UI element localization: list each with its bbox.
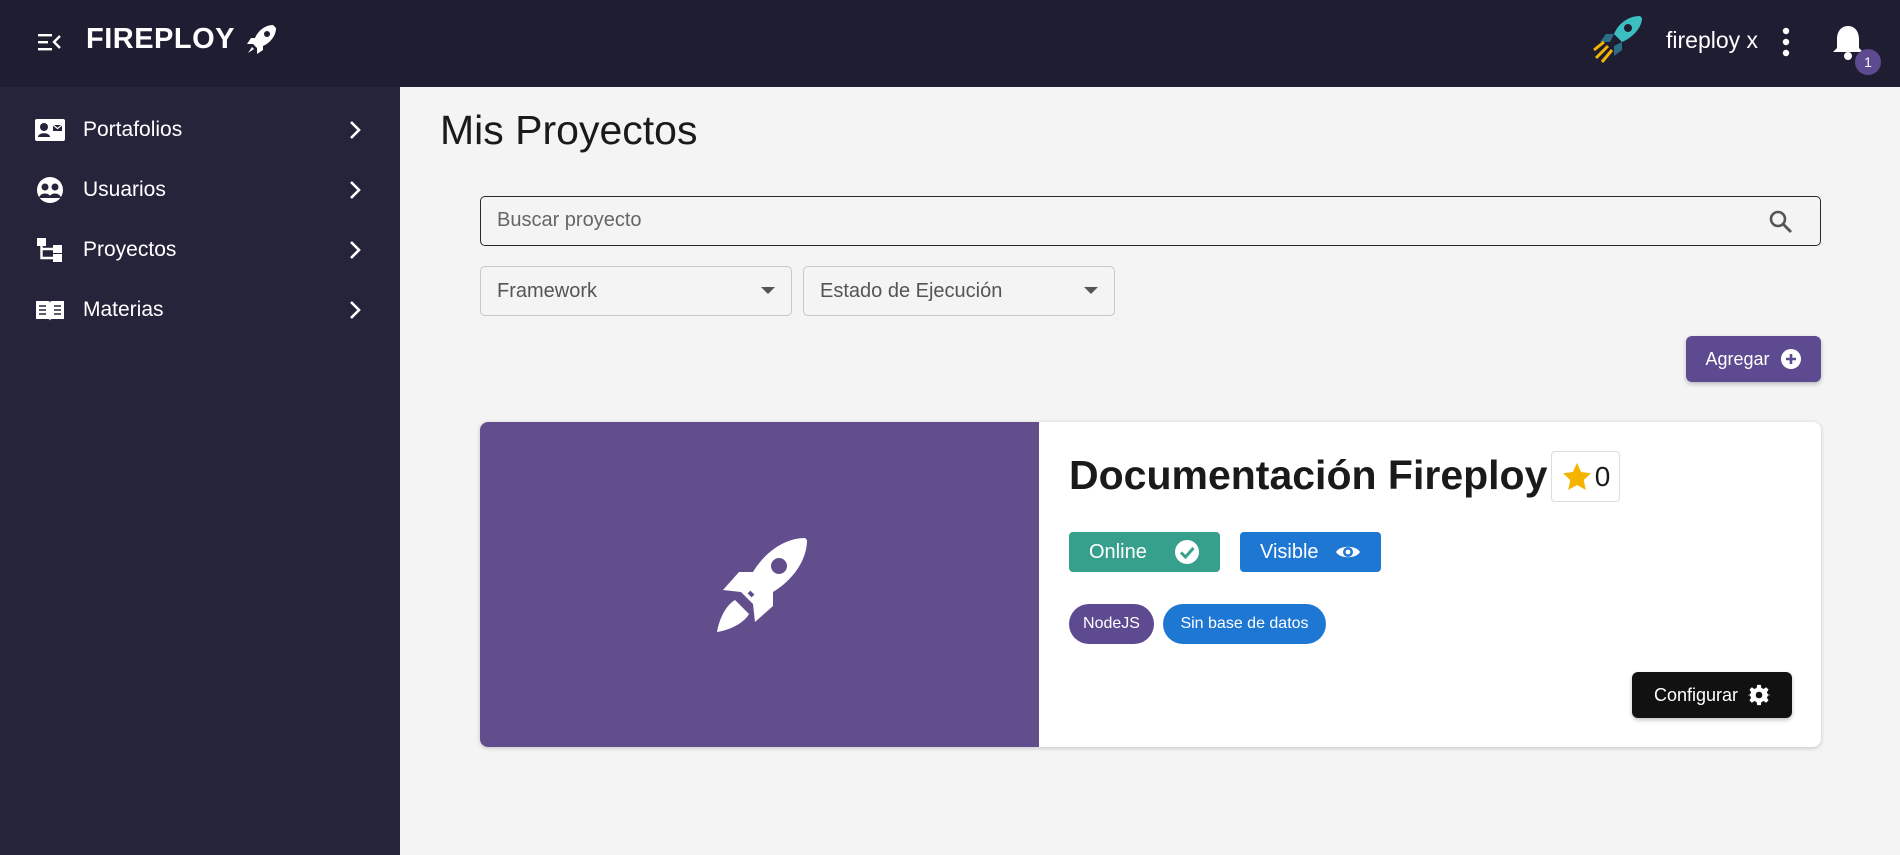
add-button-label: Agregar [1705, 348, 1770, 369]
execution-state-select[interactable]: Estado de Ejecución [803, 266, 1115, 316]
users-icon [34, 174, 66, 206]
sidebar-nav: Portafolios Usuarios Proyectos Materias [0, 87, 400, 855]
chevron-right-icon [350, 301, 361, 319]
rocket-icon [247, 25, 277, 54]
chevron-right-icon [350, 121, 361, 139]
star-count: 0 [1594, 460, 1611, 492]
status-label: Online [1089, 540, 1147, 563]
more-options-icon[interactable] [1774, 24, 1798, 60]
sidebar-item-materias[interactable]: Materias [0, 280, 400, 340]
sidebar-item-label: Materias [83, 298, 164, 321]
star-icon [1562, 462, 1591, 490]
star-rating-button[interactable]: 0 [1551, 451, 1620, 502]
search-input[interactable] [497, 197, 1757, 244]
gear-icon [1748, 684, 1771, 706]
search-box[interactable] [480, 196, 1821, 246]
page-title: Mis Proyectos [440, 107, 698, 153]
check-circle-icon [1175, 540, 1199, 564]
sidebar-item-label: Usuarios [83, 178, 166, 201]
project-title: Documentación Fireploy [1069, 452, 1548, 498]
user-avatar[interactable] [1588, 12, 1646, 70]
tree-structure-icon [34, 234, 66, 266]
sidebar-item-portafolios[interactable]: Portafolios [0, 100, 400, 160]
sidebar-item-proyectos[interactable]: Proyectos [0, 220, 400, 280]
add-circle-icon [1780, 349, 1801, 369]
chevron-right-icon [350, 181, 361, 199]
brand-logo[interactable]: FIREPLOY [86, 22, 279, 56]
main-content: Mis Proyectos Framework Estado de Ejecuc… [400, 87, 1900, 855]
chevron-right-icon [350, 241, 361, 259]
open-book-icon [34, 294, 66, 326]
user-name[interactable]: fireploy x [1666, 27, 1758, 54]
sidebar-item-label: Portafolios [83, 118, 183, 141]
project-card[interactable]: Documentación Fireploy 0 Online Visible … [480, 422, 1821, 747]
tag-framework: NodeJS [1069, 604, 1154, 644]
eye-icon [1336, 546, 1360, 558]
configure-button[interactable]: Configurar [1632, 672, 1792, 718]
contact-card-icon [34, 114, 66, 146]
configure-button-label: Configurar [1653, 684, 1739, 705]
execution-state-select-label: Estado de Ejecución [820, 280, 1003, 302]
top-app-bar: FIREPLOY fireploy x 1 [0, 0, 1900, 87]
collapse-menu-icon[interactable] [36, 28, 64, 56]
status-badge-online: Online [1069, 532, 1220, 572]
tag-database: Sin base de datos [1163, 604, 1326, 644]
visibility-badge: Visible [1240, 532, 1381, 572]
dropdown-arrow-icon [1084, 287, 1098, 294]
search-icon[interactable] [1768, 209, 1794, 235]
project-image [480, 422, 1039, 747]
visibility-label: Visible [1260, 540, 1319, 563]
framework-select[interactable]: Framework [480, 266, 792, 316]
notification-count-badge: 1 [1855, 49, 1881, 75]
sidebar-item-usuarios[interactable]: Usuarios [0, 160, 400, 220]
sidebar-item-label: Proyectos [83, 238, 177, 261]
rocket-icon [716, 537, 807, 632]
add-project-button[interactable]: Agregar [1686, 336, 1821, 382]
framework-select-label: Framework [497, 280, 598, 302]
dropdown-arrow-icon [761, 287, 775, 294]
brand-name: FIREPLOY [86, 22, 236, 55]
